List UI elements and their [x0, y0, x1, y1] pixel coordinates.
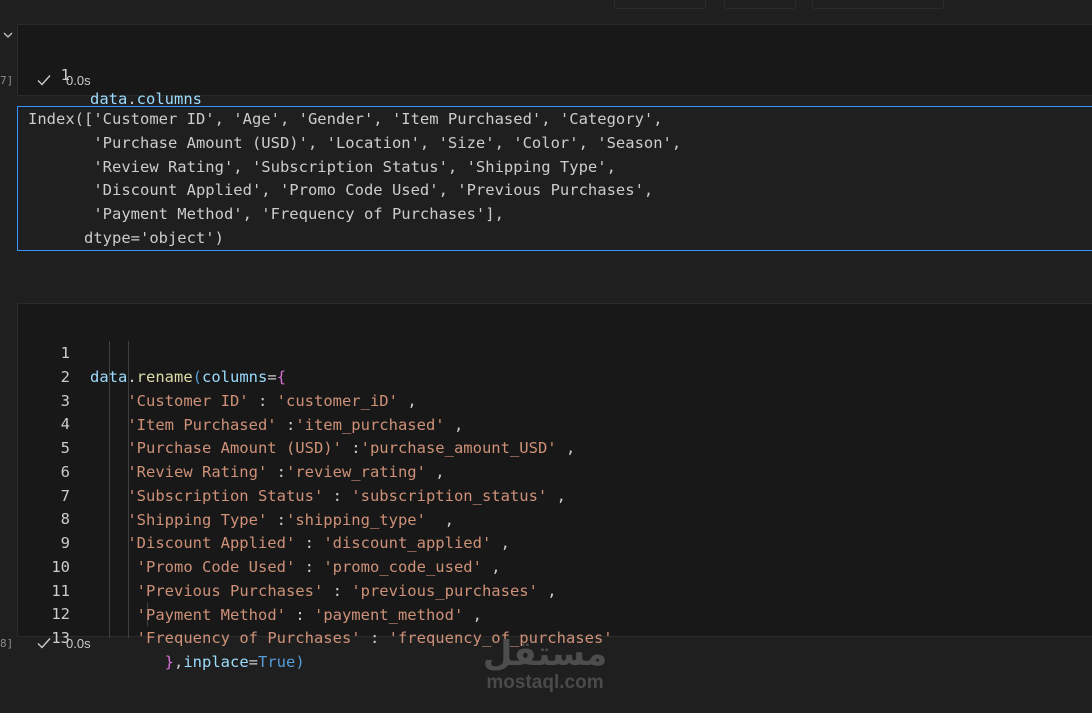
code-line: 13 },inplace=True) [18, 602, 1092, 671]
mostaql-watermark: مستقل mostaql.com [475, 636, 615, 702]
code-line: 2 'Customer ID' : 'customer_iD' , [18, 341, 1092, 410]
execution-count: 7] [0, 74, 14, 87]
execution-count: 8] [0, 637, 14, 650]
code-cell-2[interactable]: 1 data.rename(columns={ 2 'Customer ID' … [17, 303, 1092, 671]
code-line: 1 data.columns [18, 39, 1092, 108]
execution-time: 0.0s [66, 635, 91, 651]
code-line: 6 'Subscription Status' : 'subscription_… [18, 436, 1092, 505]
watermark-latin: mostaql.com [486, 672, 604, 693]
code-line: 1 data.rename(columns={ [18, 317, 1092, 386]
code-line: 9 'Promo Code Used' : 'promo_code_used' … [18, 507, 1092, 576]
output-line: dtype='object') [28, 229, 224, 247]
code-line: 12 'Frequency of Purchases' : 'frequency… [18, 578, 1092, 647]
code-line: 4 'Purchase Amount (USD)' :'purchase_amo… [18, 388, 1092, 457]
cell-output[interactable]: Index(['Customer ID', 'Age', 'Gender', '… [17, 106, 1092, 251]
code-line: 3 'Item Purchased' :'item_purchased' , [18, 365, 1092, 434]
toolbar-button[interactable] [724, 0, 796, 9]
code-line: 5 'Review Rating' :'review_rating' , [18, 412, 1092, 481]
code-line: 8 'Discount Applied' : 'discount_applied… [18, 483, 1092, 552]
output-line: 'Discount Applied', 'Promo Code Used', '… [28, 181, 654, 199]
code-line: 10 'Previous Purchases' : 'previous_purc… [18, 531, 1092, 600]
top-toolbar [0, 0, 1092, 10]
watermark-arabic: مستقل [482, 634, 608, 674]
code-line: 11 'Payment Method' : 'payment_method' , [18, 555, 1092, 624]
chevron-down-icon[interactable] [1, 28, 15, 42]
check-icon [37, 75, 51, 86]
output-line: Index(['Customer ID', 'Age', 'Gender', '… [28, 110, 663, 128]
code-line: 7 'Shipping Type' :'shipping_type' , [18, 460, 1092, 529]
code-text: },inplace=True) [164, 653, 305, 671]
toolbar-button[interactable] [812, 0, 944, 9]
cell-status: 0.0s [36, 633, 91, 653]
output-line: 'Review Rating', 'Subscription Status', … [28, 158, 616, 176]
toolbar-button[interactable] [614, 0, 706, 9]
cell-status: 0.0s [36, 70, 91, 90]
execution-time: 0.0s [66, 72, 91, 88]
output-line: 'Payment Method', 'Frequency of Purchase… [28, 205, 504, 223]
output-line: 'Purchase Amount (USD)', 'Location', 'Si… [28, 134, 682, 152]
check-icon [37, 638, 51, 649]
code-cell-1[interactable]: 1 data.columns [17, 24, 1092, 108]
